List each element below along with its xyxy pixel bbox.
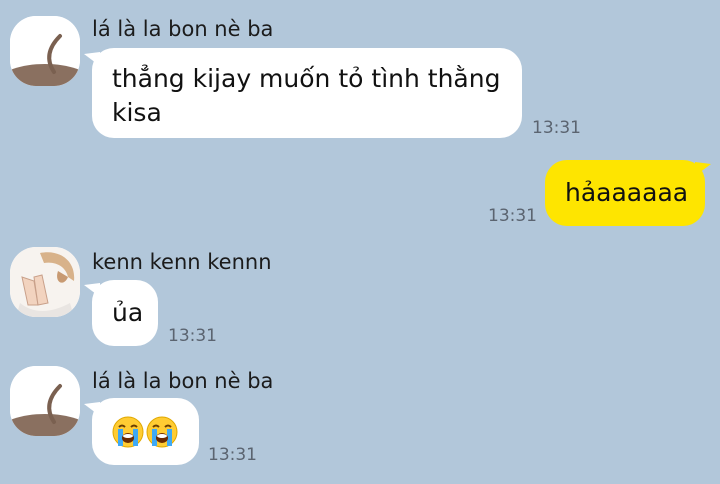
- message-bubble[interactable]: thẳng kijay muốn tỏ tình thằng kisa: [92, 48, 522, 138]
- message-text: hảaaaaaa: [565, 178, 689, 207]
- message-timestamp: 13:31: [532, 118, 581, 138]
- loudly-crying-face-icon: [112, 416, 144, 448]
- message-bubble[interactable]: hảaaaaaa: [545, 160, 705, 226]
- message-timestamp: 13:31: [488, 206, 537, 226]
- message-timestamp: 13:31: [208, 445, 257, 465]
- loudly-crying-face-icon: [146, 416, 178, 448]
- sender-name: kenn kenn kennn: [92, 250, 272, 274]
- message-text: thẳng kijay muốn tỏ tình thằng kisa: [112, 64, 501, 127]
- message-timestamp: 13:31: [168, 326, 217, 346]
- bubble-tail: [695, 162, 711, 176]
- emoji-row: [112, 416, 179, 448]
- sender-avatar[interactable]: [10, 16, 80, 86]
- message-bubble[interactable]: [92, 398, 199, 465]
- message-bubble[interactable]: ủa: [92, 280, 158, 346]
- sender-avatar[interactable]: [10, 247, 80, 317]
- sender-avatar[interactable]: [10, 366, 80, 436]
- sender-name: lá là la bon nè ba: [92, 369, 274, 393]
- message-text: ủa: [112, 298, 144, 327]
- sender-name: lá là la bon nè ba: [92, 17, 274, 41]
